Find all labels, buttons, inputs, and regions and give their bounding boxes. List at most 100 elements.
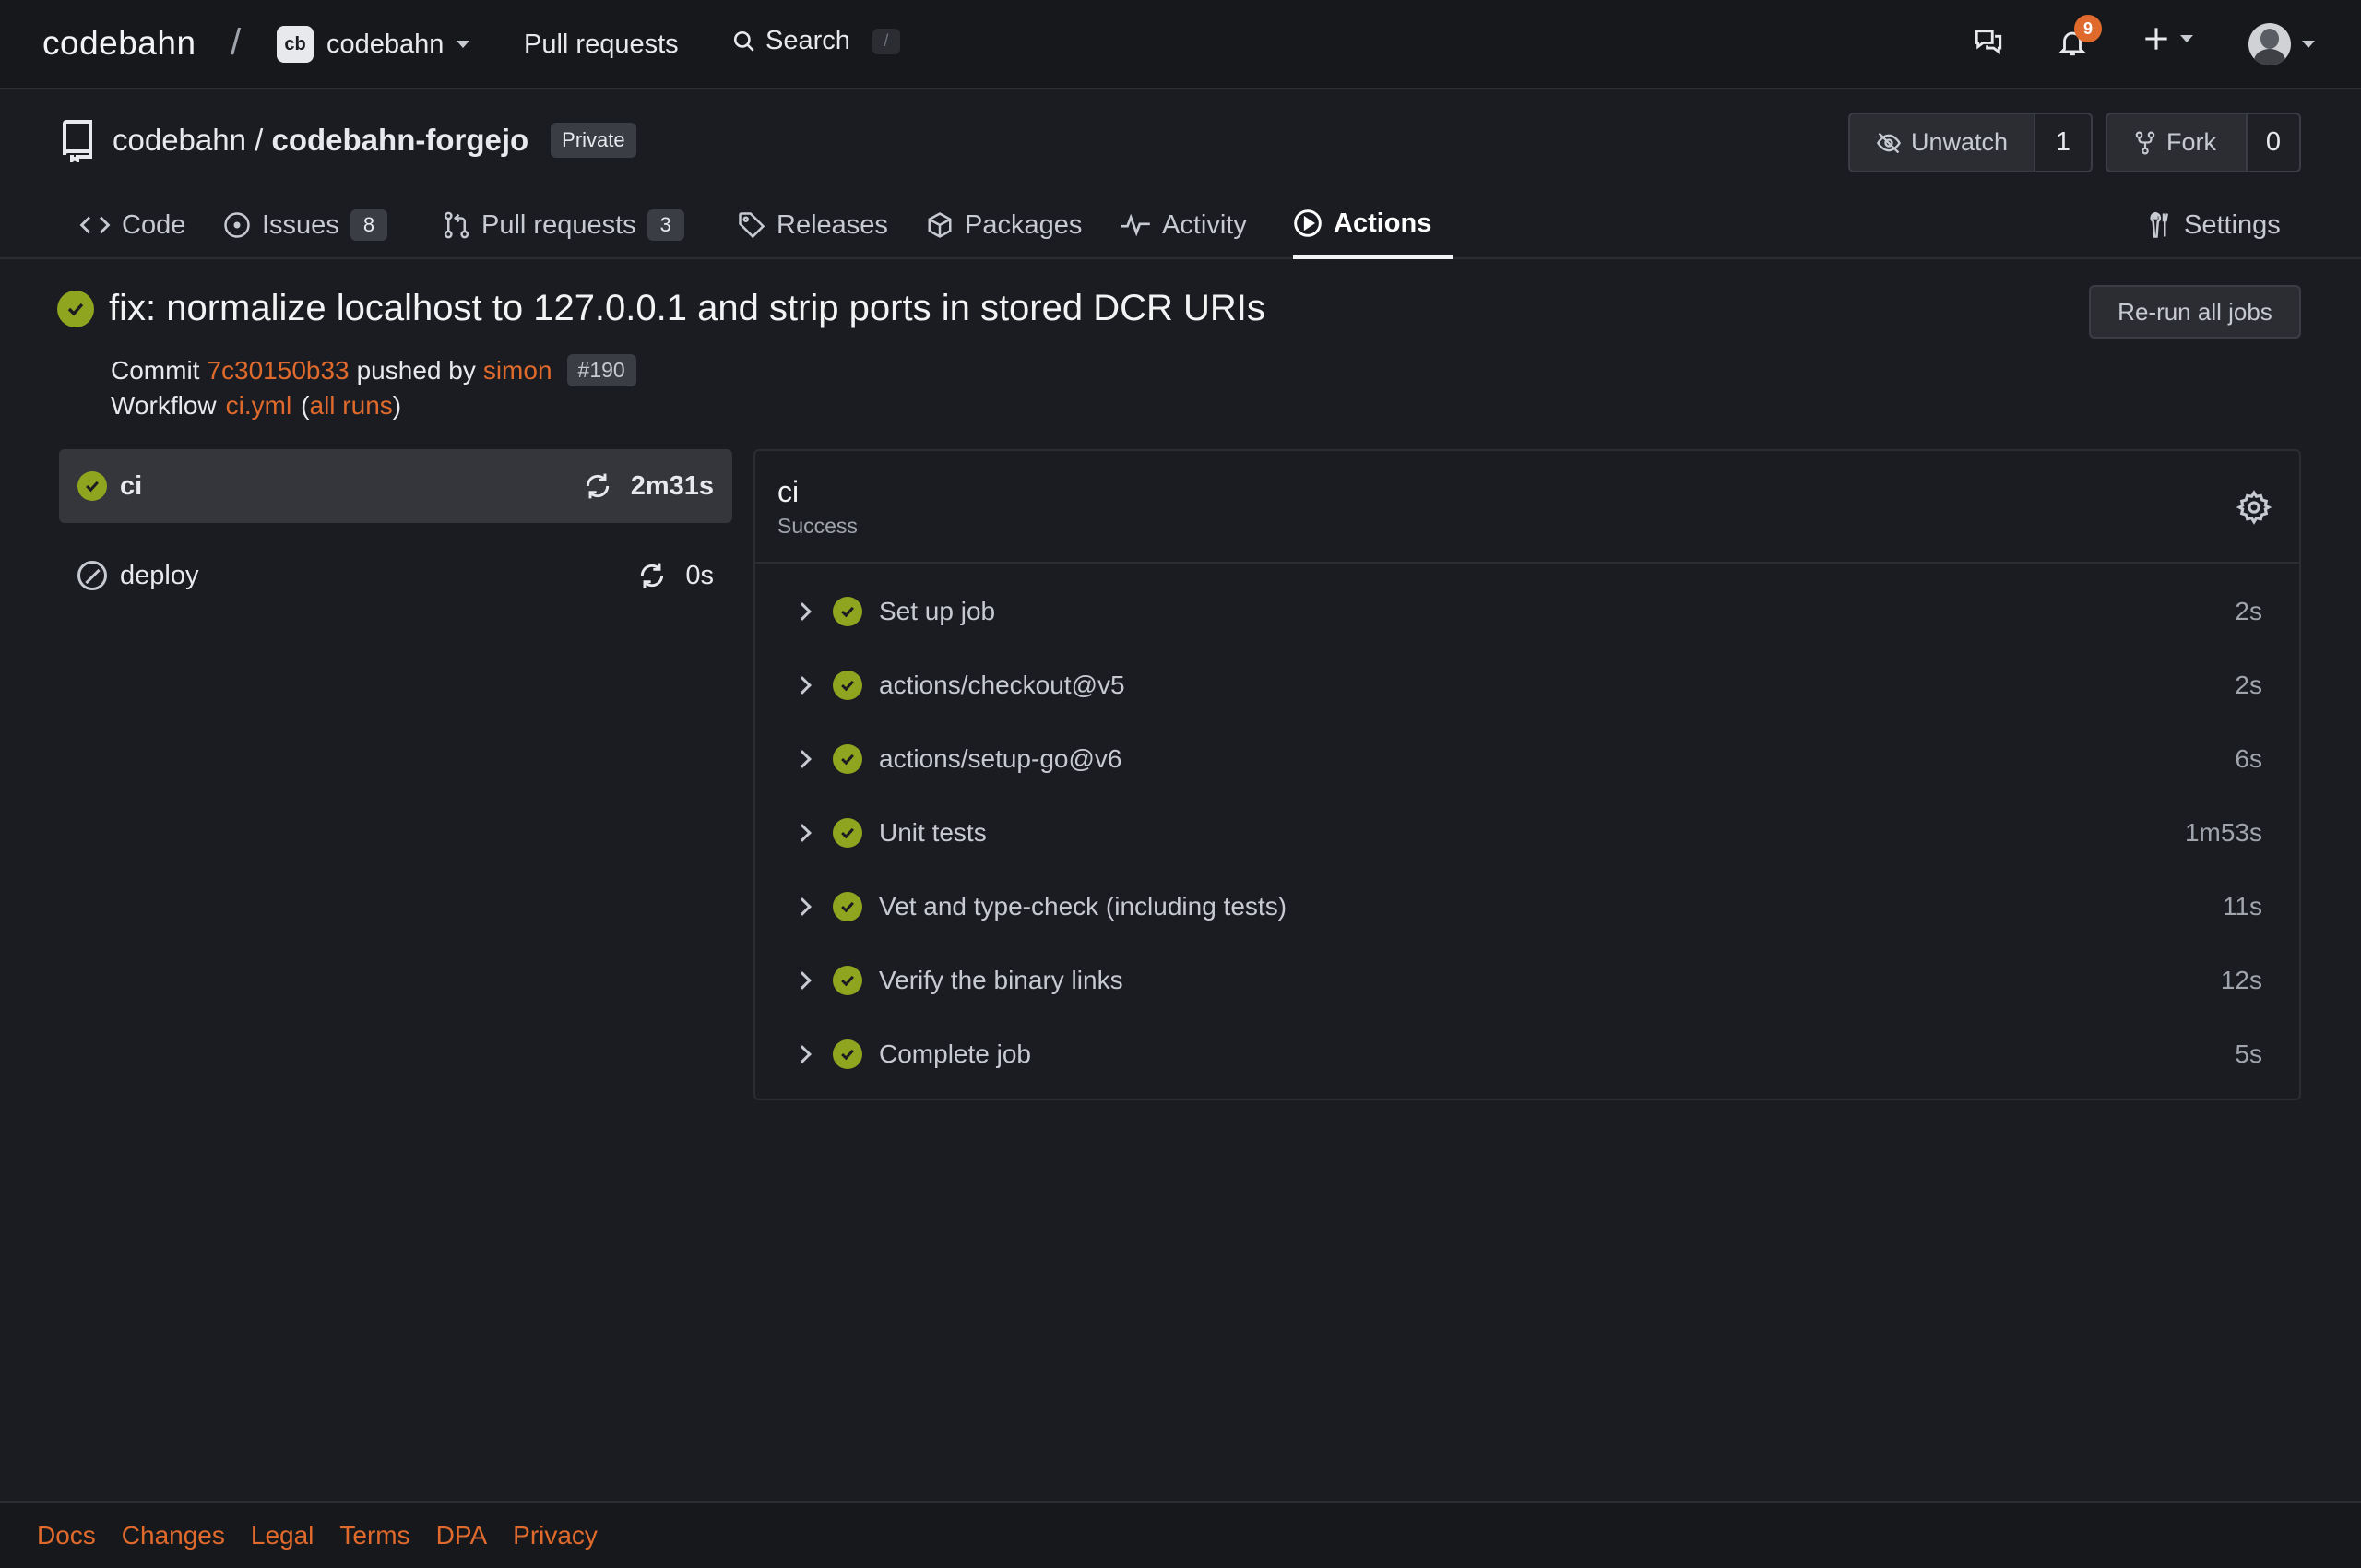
- tab-label: Activity: [1162, 209, 1247, 240]
- org-switcher[interactable]: cb codebahn: [277, 26, 470, 63]
- tab-settings[interactable]: Settings: [2145, 191, 2281, 259]
- rerun-all-jobs-button[interactable]: Re-run all jobs: [2089, 285, 2301, 339]
- success-check-icon: [833, 892, 862, 921]
- pushed-by-label: pushed by: [356, 355, 476, 385]
- notification-count-badge: 9: [2074, 15, 2102, 42]
- workflow-file-link[interactable]: ci.yml: [226, 391, 292, 421]
- step-duration: 2s: [2235, 671, 2262, 699]
- tab-pull-requests[interactable]: Pull requests 3: [443, 191, 684, 259]
- play-icon: [1294, 209, 1322, 237]
- footer-link-terms[interactable]: Terms: [339, 1521, 409, 1550]
- org-name: codebahn: [326, 29, 445, 59]
- step-duration: 1m53s: [2184, 818, 2262, 847]
- footer-link-privacy[interactable]: Privacy: [513, 1521, 598, 1550]
- chevron-right-icon: [793, 602, 812, 621]
- all-runs-link[interactable]: all runs: [310, 391, 393, 421]
- fork-icon: [2135, 131, 2155, 154]
- chevron-right-icon: [793, 1045, 812, 1063]
- tab-label: Releases: [777, 209, 888, 240]
- success-check-icon: [833, 1039, 862, 1069]
- step-duration: 12s: [2220, 966, 2262, 994]
- step-row[interactable]: Vet and type-check (including tests) 11s: [755, 870, 2299, 944]
- repo-owner-link[interactable]: codebahn: [113, 123, 246, 157]
- step-duration: 2s: [2235, 597, 2262, 625]
- repo-name-link[interactable]: codebahn-forgejo: [272, 123, 529, 157]
- step-row[interactable]: Verify the binary links 12s: [755, 944, 2299, 1017]
- search-shortcut: /: [872, 28, 900, 54]
- footer-link-dpa[interactable]: DPA: [436, 1521, 488, 1550]
- create-new-button[interactable]: [2143, 26, 2193, 52]
- rerun-icon[interactable]: [637, 561, 667, 590]
- run-commit-info: Commit 7c30150b33 pushed by simon #190: [111, 354, 636, 386]
- eye-slash-icon: [1876, 132, 1901, 153]
- success-check-icon: [833, 818, 862, 848]
- repo-header: codebahn / codebahn-forgejo Private: [59, 118, 636, 162]
- brand-text: codebahn: [42, 24, 196, 62]
- tab-activity[interactable]: Activity: [1120, 191, 1247, 259]
- tab-code[interactable]: Code: [79, 191, 185, 259]
- watchers-count[interactable]: 1: [2034, 114, 2091, 171]
- tab-packages[interactable]: Packages: [926, 191, 1082, 259]
- step-name: actions/setup-go@v6: [879, 744, 1122, 773]
- step-name: Vet and type-check (including tests): [879, 892, 1287, 921]
- rerun-icon[interactable]: [583, 471, 612, 501]
- job-item-deploy[interactable]: deploy 0s: [59, 539, 732, 612]
- plus-icon: [2145, 28, 2167, 50]
- brand-logo[interactable]: codebahn: [42, 24, 196, 63]
- success-check-icon: [833, 744, 862, 774]
- step-name: Complete job: [879, 1039, 1031, 1068]
- gear-icon[interactable]: [2236, 490, 2272, 525]
- code-icon: [79, 216, 111, 234]
- unwatch-button[interactable]: Unwatch: [1850, 114, 2034, 171]
- footer: Docs Changes Legal Terms DPA Privacy: [0, 1501, 2361, 1568]
- nav-pull-requests[interactable]: Pull requests: [524, 30, 679, 60]
- nav-search[interactable]: Search /: [732, 26, 900, 56]
- job-detail-status: Success: [777, 514, 858, 538]
- tab-actions[interactable]: Actions: [1293, 191, 1454, 259]
- footer-link-changes[interactable]: Changes: [122, 1521, 225, 1550]
- repo-icon: [63, 120, 92, 162]
- repo-name: codebahn-forgejo: [271, 123, 529, 157]
- issue-icon: [224, 212, 250, 238]
- issues-count-badge: 8: [350, 209, 388, 241]
- run-title-text: fix: normalize localhost to 127.0.0.1 an…: [109, 288, 1265, 328]
- success-check-icon: [833, 597, 862, 626]
- job-item-ci[interactable]: ci 2m31s: [59, 449, 732, 523]
- fork-label: Fork: [2166, 128, 2216, 156]
- chevron-right-icon: [793, 676, 812, 695]
- workflow-label: Workflow: [111, 391, 217, 420]
- watch-button-group: Unwatch 1: [1848, 113, 2093, 172]
- skipped-icon: [77, 561, 107, 590]
- chevron-right-icon: [793, 824, 812, 842]
- footer-link-docs[interactable]: Docs: [37, 1521, 96, 1550]
- step-row[interactable]: actions/checkout@v5 2s: [755, 648, 2299, 722]
- step-duration: 11s: [2222, 892, 2262, 921]
- author-link[interactable]: simon: [483, 356, 552, 386]
- messages-button[interactable]: [1972, 26, 2005, 57]
- nav-separator: /: [231, 22, 242, 63]
- step-row[interactable]: actions/setup-go@v6 6s: [755, 722, 2299, 796]
- unwatch-label: Unwatch: [1910, 128, 2008, 156]
- tab-issues[interactable]: Issues 8: [223, 191, 388, 259]
- step-duration: 6s: [2235, 744, 2262, 773]
- visibility-badge: Private: [551, 123, 636, 158]
- chevron-right-icon: [793, 750, 812, 768]
- commit-sha-link[interactable]: 7c30150b33: [207, 356, 349, 386]
- forks-count[interactable]: 0: [2246, 114, 2299, 171]
- step-row[interactable]: Complete job 5s: [755, 1017, 2299, 1091]
- success-check-icon: [57, 290, 94, 327]
- job-name: deploy: [120, 560, 199, 590]
- step-row[interactable]: Set up job 2s: [755, 575, 2299, 648]
- fork-button[interactable]: Fork: [2107, 114, 2246, 171]
- job-duration: 2m31s: [630, 470, 714, 501]
- step-row[interactable]: Unit tests 1m53s: [755, 796, 2299, 870]
- footer-link-legal[interactable]: Legal: [251, 1521, 314, 1550]
- step-name: Unit tests: [879, 818, 987, 847]
- top-navbar: codebahn / cb codebahn Pull requests Sea…: [0, 0, 2361, 89]
- paren-open: (: [301, 391, 310, 420]
- repo-path-separator: /: [255, 123, 264, 157]
- tab-label: Packages: [965, 209, 1083, 240]
- user-menu-button[interactable]: [2248, 23, 2315, 65]
- org-avatar: cb: [277, 26, 314, 63]
- tab-releases[interactable]: Releases: [738, 191, 888, 259]
